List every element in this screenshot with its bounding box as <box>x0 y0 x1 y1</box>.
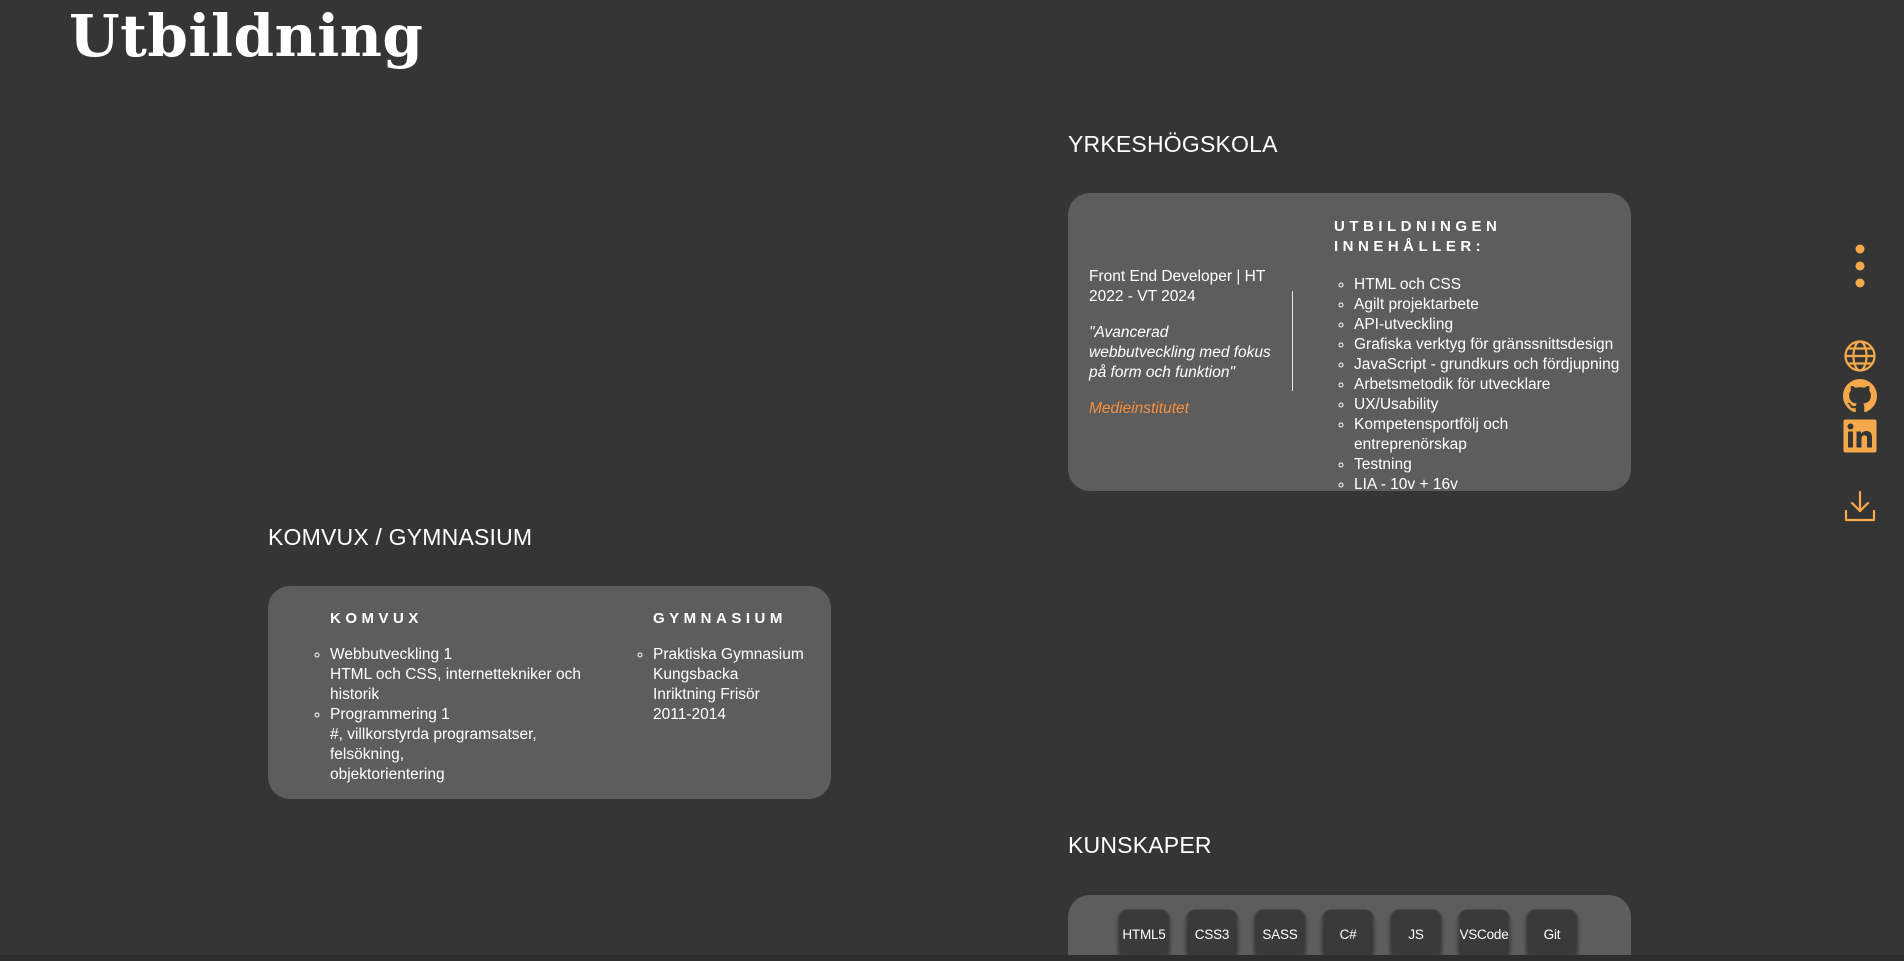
skill-chip-sass: SASS <box>1254 909 1306 959</box>
yh-divider <box>1292 291 1293 391</box>
skill-chip-html5: HTML5 <box>1118 909 1170 959</box>
komvux-column: KOMVUX Webbutveckling 1 HTML och CSS, in… <box>310 609 600 785</box>
yh-program-line2: 2022 - VT 2024 <box>1089 288 1196 305</box>
skills-heading: KUNSKAPER <box>1068 832 1212 858</box>
list-item: Praktiska Gymnasium Kungsbacka Inriktnin… <box>653 645 823 725</box>
yh-contents-heading-line2: INNEHÅLLER: <box>1334 238 1486 255</box>
list-item: Testning <box>1354 455 1624 475</box>
yh-school-link[interactable]: Medieinstitutet <box>1089 399 1274 419</box>
list-item: API-utveckling <box>1354 315 1624 335</box>
yh-quote-line1: "Avancerad <box>1089 324 1169 341</box>
kebab-menu-icon[interactable] <box>1843 243 1877 289</box>
globe-icon[interactable] <box>1843 339 1877 373</box>
gymnasium-list: Praktiska Gymnasium Kungsbacka Inriktnin… <box>633 645 823 725</box>
gymnasium-subheading: GYMNASIUM <box>653 610 787 627</box>
yh-contents-list: HTML och CSS Agilt projektarbete API-utv… <box>1334 275 1624 495</box>
skill-chip-css3: CSS3 <box>1186 909 1238 959</box>
linkedin-icon[interactable] <box>1843 419 1877 453</box>
course-title: Programmering 1 <box>330 706 450 723</box>
skill-chip-git: Git <box>1526 909 1578 959</box>
yh-program-line1: Front End Developer | HT <box>1089 268 1266 285</box>
github-icon[interactable] <box>1843 379 1877 413</box>
page-title: Utbildning <box>69 2 424 70</box>
skill-chip-csharp: C# <box>1322 909 1374 959</box>
course-description: objektorientering <box>330 766 445 783</box>
list-item: Grafiska verktyg för gränssnittsdesign <box>1354 335 1624 355</box>
skills-card: HTML5 CSS3 SASS C# JS VSCode Git <box>1068 895 1631 961</box>
list-item: Webbutveckling 1 HTML och CSS, internett… <box>330 645 600 705</box>
course-description: HTML och CSS, internettekniker och <box>330 666 581 683</box>
yh-heading: YRKESHÖGSKOLA <box>1068 131 1278 157</box>
course-description: #, villkorstyrda programsatser, felsökni… <box>330 726 537 763</box>
yh-card: Front End Developer | HT 2022 - VT 2024 … <box>1068 193 1631 493</box>
komvux-course-list: Webbutveckling 1 HTML och CSS, internett… <box>310 645 600 785</box>
yh-quote-line2: webbutveckling med fokus <box>1089 344 1271 361</box>
yh-contents-heading-line1: UTBILDNINGEN <box>1334 218 1502 235</box>
gymnasium-column: GYMNASIUM Praktiska Gymnasium Kungsbacka… <box>633 609 823 725</box>
course-title: Webbutveckling 1 <box>330 646 453 663</box>
list-item: LIA - 10v + 16v <box>1354 475 1624 495</box>
list-item: JavaScript - grundkurs och fördjupning <box>1354 355 1624 375</box>
list-item: Kompetensportfölj och entreprenörskap <box>1354 415 1624 455</box>
yh-program-info: Front End Developer | HT 2022 - VT 2024 … <box>1089 267 1274 419</box>
yh-quote-line3: på form och funktion" <box>1089 364 1235 381</box>
gymnasium-school: Praktiska Gymnasium <box>653 646 804 663</box>
yh-contents-heading: UTBILDNINGEN INNEHÅLLER: <box>1334 217 1624 257</box>
skill-chip-vscode: VSCode <box>1458 909 1510 959</box>
yh-quote: "Avancerad webbutveckling med fokus på f… <box>1089 323 1274 383</box>
download-icon[interactable] <box>1843 489 1877 523</box>
page-bottom-edge <box>0 955 1904 961</box>
gymnasium-years: 2011-2014 <box>653 706 726 723</box>
yh-program-title: Front End Developer | HT 2022 - VT 2024 <box>1089 267 1274 307</box>
list-item: Programmering 1 #, villkorstyrda program… <box>330 705 600 785</box>
komvux-subheading: KOMVUX <box>330 610 423 627</box>
list-item: Agilt projektarbete <box>1354 295 1624 315</box>
gymnasium-track: Inriktning Frisör <box>653 686 760 703</box>
skill-chip-js: JS <box>1390 909 1442 959</box>
list-item: UX/Usability <box>1354 395 1624 415</box>
list-item: HTML och CSS <box>1354 275 1624 295</box>
yh-contents: UTBILDNINGEN INNEHÅLLER: HTML och CSS Ag… <box>1334 217 1624 495</box>
komvux-card: KOMVUX Webbutveckling 1 HTML och CSS, in… <box>268 586 831 799</box>
page-root: Utbildning YRKESHÖGSKOLA Front End Devel… <box>0 0 1904 961</box>
course-description: historik <box>330 686 380 703</box>
komvux-heading: KOMVUX / GYMNASIUM <box>268 524 533 550</box>
skills-row: HTML5 CSS3 SASS C# JS VSCode Git <box>1118 909 1578 959</box>
gymnasium-city: Kungsbacka <box>653 666 739 683</box>
list-item: Arbetsmetodik för utvecklare <box>1354 375 1624 395</box>
